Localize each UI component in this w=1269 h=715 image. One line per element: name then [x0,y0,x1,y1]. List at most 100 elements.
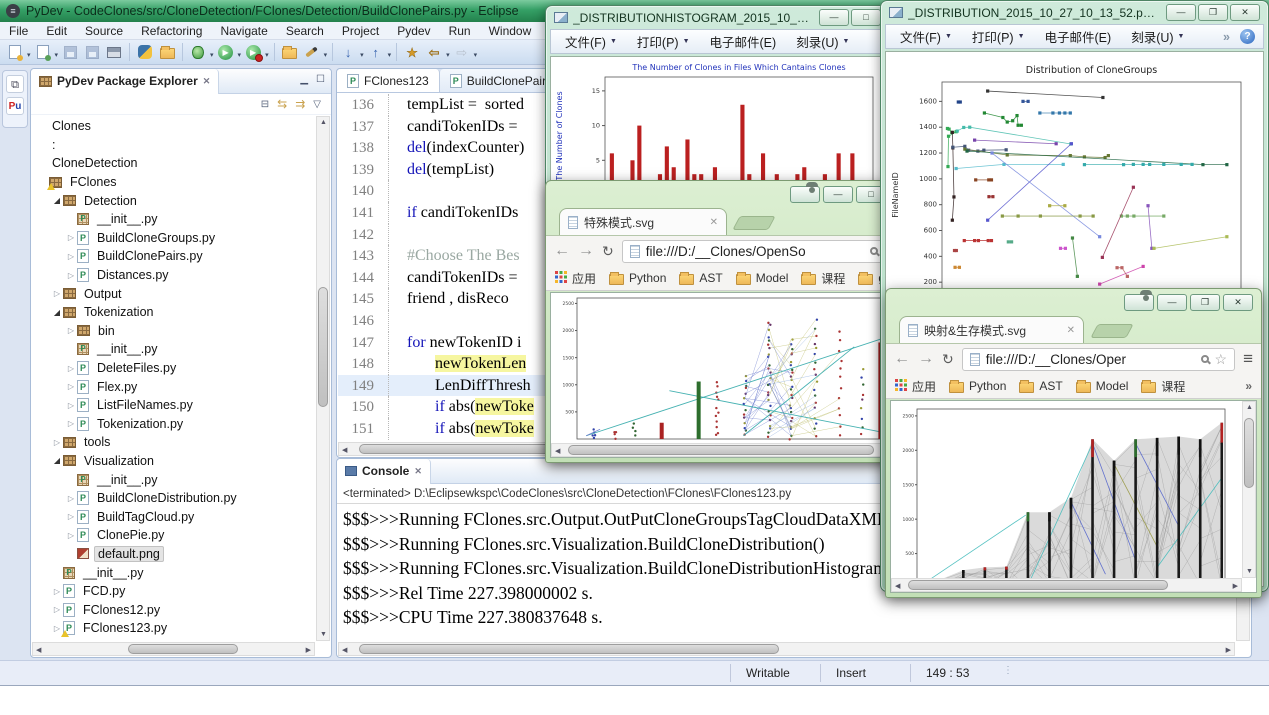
minimize-button[interactable]: — [823,186,853,203]
dropdown-icon[interactable]: ▾ [388,51,392,59]
last-edit-icon[interactable]: ★ [402,43,422,62]
viewer2-title-bar[interactable]: _DISTRIBUTION_2015_10_27_10_13_52.png - … [881,1,1268,24]
minimize-view-icon[interactable]: ▁ [300,74,308,85]
new-pydev-module-icon[interactable] [33,43,53,62]
tree-item[interactable]: ▷PFCD.py [33,582,315,601]
scroll-left-icon[interactable]: ◀ [555,447,560,455]
tree-item[interactable]: P__init__.py [33,470,315,489]
tree-item[interactable]: FClones [33,173,315,192]
chrome1-hscrollbar[interactable]: ◀ [551,443,889,457]
tree-item[interactable]: Clones [33,117,315,136]
python-icon[interactable] [135,43,155,62]
tab-buildclonepair[interactable]: PBuildClonePair [440,69,557,92]
menu-navigate[interactable]: Navigate [211,22,276,40]
address-bar[interactable]: file:///D:/__Clones/OpenSo [622,240,886,263]
bookmark-AST[interactable]: AST [1019,379,1062,393]
menu-pydev[interactable]: Pydev [388,22,439,40]
tab-fclones123[interactable]: PFClones123 [337,69,440,92]
dropdown-icon[interactable]: ▾ [324,51,328,59]
expand-icon[interactable]: ▷ [51,605,63,614]
tree-item[interactable]: ▷bin [33,322,315,341]
tree-item[interactable]: ▷tools [33,433,315,452]
bookmark-课程[interactable]: 课程 [1141,378,1185,395]
tab-console[interactable]: Console ✕ [337,459,431,484]
bookmark-课程[interactable]: 课程 [801,270,845,287]
save-all-icon[interactable] [82,43,102,62]
tree-item[interactable]: ◢Detection [33,191,315,210]
menu-打印(P)[interactable]: 打印(P)▼ [962,24,1035,49]
tree-item[interactable]: ▷PDistances.py [33,266,315,285]
close-button[interactable]: ✕ [1223,294,1253,311]
tree-item[interactable]: ▷PBuildTagCloud.py [33,507,315,526]
explorer-vscrollbar[interactable]: ▲ ▼ [316,116,330,641]
tree-item[interactable]: ▷PBuildCloneGroups.py [33,229,315,248]
new-tab-button[interactable] [732,216,775,230]
debug-icon[interactable] [188,43,208,62]
bookmark-Model[interactable]: Model [736,271,789,285]
forward-icon[interactable]: → [578,243,594,259]
pydev-perspective-icon[interactable]: Pu [6,97,24,115]
bookmark-应用[interactable]: 应用 [555,270,596,287]
menu-文件(F)[interactable]: 文件(F)▼ [890,24,962,49]
expand-icon[interactable]: ▷ [51,438,63,447]
dropdown-icon[interactable]: ▾ [27,51,31,59]
reload-icon[interactable]: ↻ [602,243,614,259]
expand-icon[interactable]: ▷ [51,587,63,596]
back-icon[interactable]: ← [554,243,570,259]
mark-occurrences-icon[interactable] [302,43,322,62]
expand-icon[interactable]: ▷ [65,401,77,410]
scroll-left-icon[interactable]: ◀ [342,446,347,454]
scroll-right-icon[interactable]: ▶ [1226,646,1231,654]
tree-item[interactable]: ▷PFClones12.py [33,600,315,619]
profile-button[interactable] [790,186,820,203]
back-icon[interactable]: ← [894,351,910,367]
profile-button[interactable] [1124,294,1154,311]
filter-icon[interactable]: ⇉ [295,97,305,111]
bookmark-AST[interactable]: AST [679,271,722,285]
menu-search[interactable]: Search [277,22,333,40]
scroll-up-icon[interactable]: ▲ [320,119,327,126]
menu-run[interactable]: Run [440,22,480,40]
search-icon[interactable] [1201,355,1209,363]
link-with-editor-icon[interactable]: ⇆ [277,97,287,111]
tree-item[interactable]: CloneDetection [33,154,315,173]
menu-source[interactable]: Source [76,22,132,40]
tree-item[interactable]: ▷PClonePie.py [33,526,315,545]
chrome2-hscrollbar[interactable]: ◀ ▶ [891,578,1242,592]
tree-item[interactable]: ▷PFClones123.py [33,619,315,638]
open-wizard-icon[interactable] [157,43,177,62]
bookmark-Model[interactable]: Model [1076,379,1129,393]
menu-edit[interactable]: Edit [37,22,76,40]
tree-item[interactable]: : [33,136,315,155]
chrome2-tab[interactable]: 映射&生存模式.svg ✕ [899,316,1084,343]
new-tab-button[interactable] [1090,324,1133,338]
minimize-button[interactable]: — [819,9,849,26]
address-bar[interactable]: file:///D:/__Clones/Oper ☆ [962,348,1235,371]
expand-icon[interactable]: ▷ [65,271,77,280]
open-folder-icon[interactable] [280,43,300,62]
restore-button[interactable]: ❐ [1190,294,1220,311]
minimize-button[interactable]: — [1157,294,1187,311]
bookmark-Python[interactable]: Python [949,379,1006,393]
restore-view-icon[interactable]: ⧉ [6,75,24,93]
close-icon[interactable]: ✕ [414,466,422,477]
print-icon[interactable] [104,43,124,62]
scroll-right-icon[interactable]: ▶ [1233,582,1238,590]
expand-icon[interactable]: ▷ [65,364,77,373]
maximize-view-icon[interactable]: ☐ [316,74,325,85]
tab-package-explorer[interactable]: PyDev Package Explorer ✕ [31,69,219,94]
scroll-down-icon[interactable]: ▼ [320,631,327,638]
bookmark-star-icon[interactable]: ☆ [1215,351,1228,368]
search-icon[interactable] [870,247,878,255]
menu-refactoring[interactable]: Refactoring [132,22,211,40]
dropdown-icon[interactable]: ▾ [238,51,242,59]
minimize-button[interactable]: — [1166,4,1196,21]
tree-item[interactable]: P__init__.py [33,563,315,582]
expand-icon[interactable]: ▷ [65,233,77,242]
dropdown-icon[interactable]: ▾ [474,51,478,59]
tree-item[interactable]: ▷PBuildCloneDistribution.py [33,489,315,508]
view-menu-icon[interactable]: ▽ [313,99,321,110]
chrome2-vscrollbar[interactable]: ▲ ▼ [1242,401,1256,578]
menu-icon[interactable]: ≡ [1243,352,1253,366]
close-button[interactable]: ✕ [1230,4,1260,21]
